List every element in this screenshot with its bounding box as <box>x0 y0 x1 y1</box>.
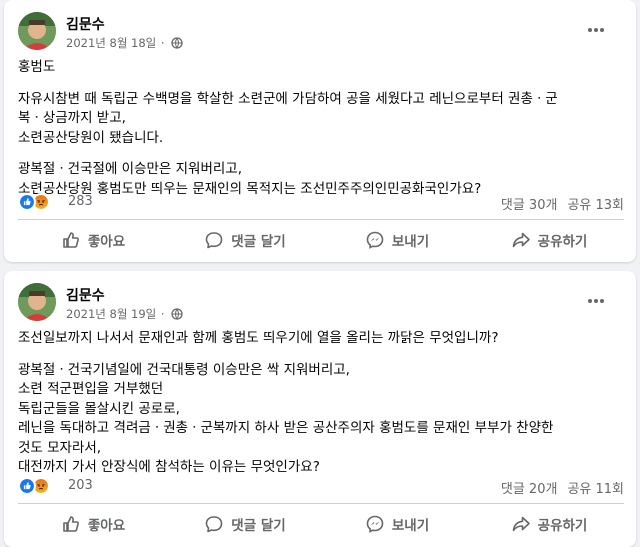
post-line: 홍범도 <box>18 59 56 75</box>
engagement-counts: 댓글 20개 공유 11회 <box>491 478 624 497</box>
divider <box>18 503 624 504</box>
post-header: 김문수 2021년 8월 18일 · <box>18 12 618 54</box>
thumbs-up-icon <box>63 232 79 248</box>
post-line: 소련 적군편입을 거부했던 <box>18 381 164 397</box>
post-line: 광복절ㆍ건국절에 이승만은 지워버리고, <box>18 161 243 177</box>
post-line: 레닌을 독대하고 격려금ㆍ권총ㆍ군복까지 하사 받은 공산주의자 홍범도를 문재… <box>18 420 554 436</box>
share-count[interactable]: 공유 13회 <box>567 198 624 213</box>
comment-button[interactable]: 댓글 달기 <box>170 223 320 257</box>
share-button[interactable]: 공유하기 <box>474 223 624 257</box>
avatar[interactable] <box>18 283 56 321</box>
like-reaction-icon <box>18 477 36 495</box>
send-button[interactable]: 보내기 <box>322 507 472 541</box>
share-label: 공유하기 <box>537 234 588 250</box>
messenger-icon <box>366 515 384 533</box>
share-icon <box>512 516 530 532</box>
post-line: 대전까지 가서 안장식에 참석하는 이유는 무엇인가요? <box>18 459 320 475</box>
share-label: 공유하기 <box>537 518 588 534</box>
like-label: 좋아요 <box>87 234 126 250</box>
more-options-icon[interactable] <box>584 289 608 313</box>
post-body: 홍범도 자유시참변 때 독립군 수백명을 학살한 소련군에 가담하여 공을 세웠… <box>18 58 624 199</box>
like-reaction-icon <box>18 193 36 211</box>
post-actions: 좋아요 댓글 달기 보내기 공유하기 <box>18 507 624 541</box>
post-line: 것도 모자라서, <box>18 439 102 456</box>
post-line: 독립군들을 몰살시킨 공로로, <box>18 400 180 417</box>
post-stats: 203 댓글 20개 공유 11회 <box>18 476 624 497</box>
post-line: 조선일보까지 나서서 문재인과 함께 홍범도 띄우기에 열을 올리는 까닭은 무… <box>18 330 499 346</box>
like-label: 좋아요 <box>87 518 126 534</box>
like-button[interactable]: 좋아요 <box>18 223 168 257</box>
more-options-icon[interactable] <box>584 18 608 42</box>
messenger-icon <box>366 231 384 249</box>
avatar[interactable] <box>18 12 56 50</box>
share-icon <box>512 232 530 248</box>
post-line: 소련공산당원이 됐습니다. <box>18 129 164 146</box>
engagement-counts: 댓글 30개 공유 13회 <box>491 194 624 213</box>
divider <box>18 219 624 220</box>
author-name[interactable]: 김문수 <box>66 14 105 34</box>
post-actions: 좋아요 댓글 달기 보내기 공유하기 <box>18 223 624 257</box>
post-line: 복ㆍ상금까지 받고, <box>18 110 126 126</box>
send-label: 보내기 <box>391 518 430 534</box>
comment-label: 댓글 달기 <box>231 234 286 250</box>
post-date[interactable]: 2021년 8월 19일 <box>66 307 156 321</box>
globe-icon <box>171 37 183 49</box>
author-name[interactable]: 김문수 <box>66 285 105 305</box>
reaction-count: 283 <box>68 194 93 209</box>
post-meta: 2021년 8월 19일 · <box>66 306 183 322</box>
post-line: 광복절ㆍ건국기념일에 건국대통령 이승만은 싹 지워버리고, <box>18 361 350 378</box>
comment-count[interactable]: 댓글 20개 <box>501 482 558 497</box>
comment-icon <box>205 516 223 533</box>
like-button[interactable]: 좋아요 <box>18 507 168 541</box>
post-date[interactable]: 2021년 8월 18일 <box>66 36 156 50</box>
reaction-count: 203 <box>68 478 93 493</box>
post-header: 김문수 2021년 8월 19일 · <box>18 283 618 325</box>
thumbs-up-icon <box>63 516 79 532</box>
post-card: 김문수 2021년 8월 19일 · 조선일보까지 나서서 문재인과 함께 홍범… <box>4 271 636 547</box>
comment-count[interactable]: 댓글 30개 <box>501 198 558 213</box>
share-button[interactable]: 공유하기 <box>474 507 624 541</box>
send-label: 보내기 <box>391 234 430 250</box>
send-button[interactable]: 보내기 <box>322 223 472 257</box>
post-line: 자유시참변 때 독립군 수백명을 학살한 소련군에 가담하여 공을 세웠다고 레… <box>18 90 558 107</box>
comment-label: 댓글 달기 <box>231 518 286 534</box>
share-count[interactable]: 공유 11회 <box>567 482 624 497</box>
post-body: 조선일보까지 나서서 문재인과 함께 홍범도 띄우기에 열을 올리는 까닭은 무… <box>18 329 624 478</box>
globe-icon <box>171 308 183 320</box>
comment-icon <box>205 232 223 249</box>
post-meta: 2021년 8월 18일 · <box>66 35 183 51</box>
comment-button[interactable]: 댓글 달기 <box>170 507 320 541</box>
post-card: 김문수 2021년 8월 18일 · 홍범도 자유시참변 때 독립군 수백명을 … <box>4 0 636 262</box>
post-stats: 283 댓글 30개 공유 13회 <box>18 192 624 213</box>
